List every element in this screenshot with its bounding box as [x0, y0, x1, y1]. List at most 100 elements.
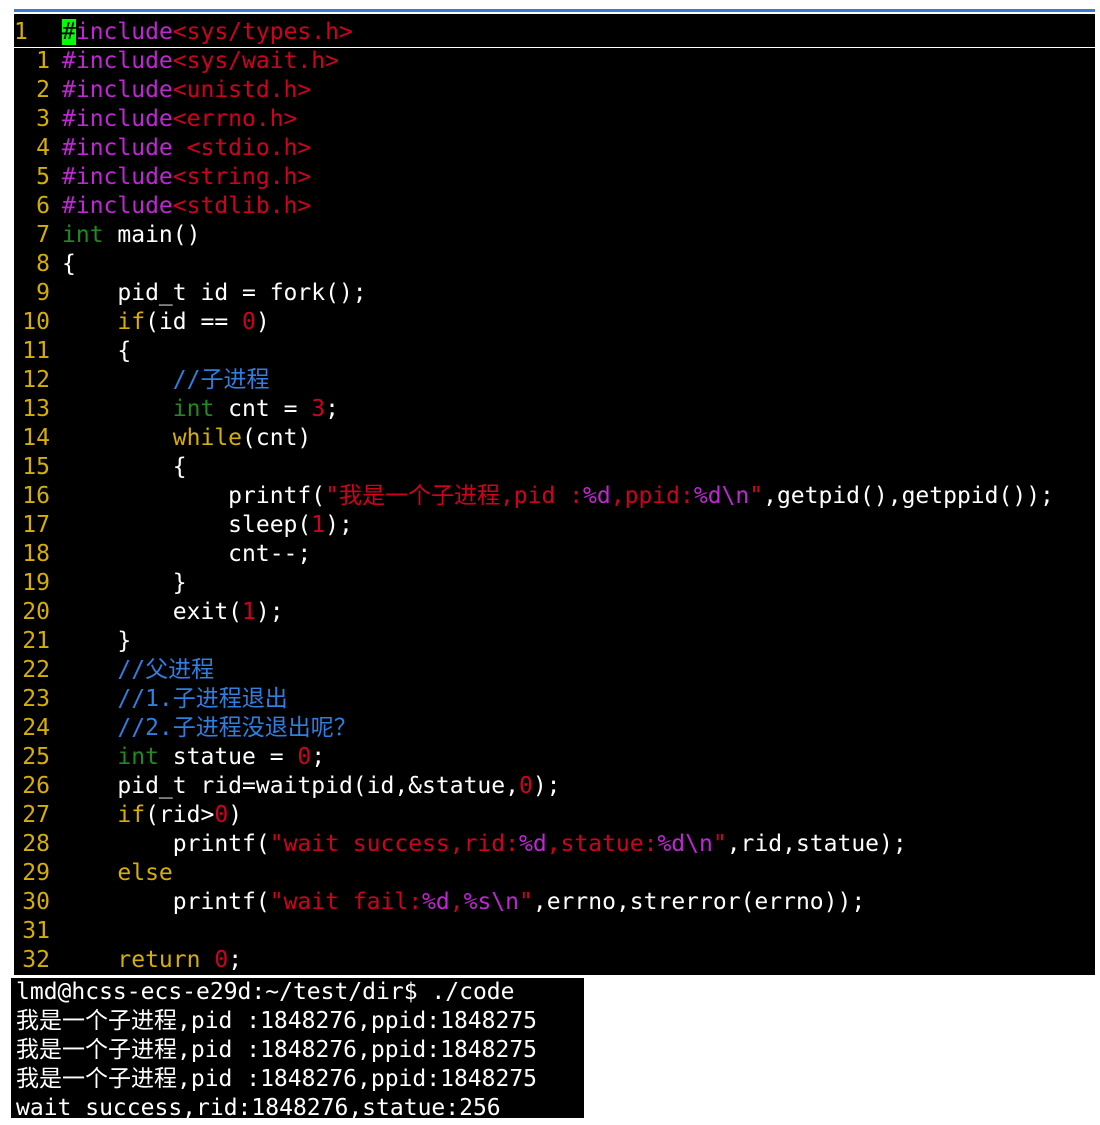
- code-token: (cnt): [242, 425, 312, 451]
- line-number: 21: [22, 628, 50, 654]
- terminal-output-line: 我是一个子进程,pid :1848276,ppid:1848275: [16, 1008, 538, 1034]
- code-token: <unistd.h>: [172, 77, 312, 103]
- line-number: 5: [36, 164, 50, 190]
- terminal-output-line: 我是一个子进程,pid :1848276,ppid:1848275: [16, 1066, 538, 1092]
- code-token: if: [117, 802, 146, 828]
- code-line[interactable]: 5 #include<string.h>: [14, 163, 1095, 192]
- code-token: %d\n: [657, 831, 713, 857]
- code-token: );: [532, 773, 561, 799]
- code-line[interactable]: 20 exit(1);: [14, 598, 1095, 627]
- code-line[interactable]: 22 //父进程: [14, 656, 1095, 685]
- code-line[interactable]: 23 //1.子进程退出: [14, 685, 1095, 714]
- line-number: 4: [36, 135, 50, 161]
- code-token: %d: [583, 483, 611, 509]
- code-line[interactable]: 25 int statue = 0;: [14, 743, 1095, 772]
- terminal-output-line: 我是一个子进程,pid :1848276,ppid:1848275: [16, 1037, 538, 1063]
- code-line[interactable]: 11 {: [14, 337, 1095, 366]
- code-line[interactable]: 26 pid_t rid=waitpid(id,&statue,0);: [14, 772, 1095, 801]
- code-line[interactable]: 30 printf("wait fail:%d,%s\n",errno,stre…: [14, 888, 1095, 917]
- line-number: 30: [22, 889, 50, 915]
- code-line[interactable]: 15 {: [14, 453, 1095, 482]
- code-line[interactable]: 7 int main(): [14, 221, 1095, 250]
- code-token: printf(: [62, 889, 270, 915]
- line-number: 7: [36, 222, 50, 248]
- code-line-cursor[interactable]: 1 #include<sys/types.h>: [14, 18, 1095, 48]
- code-token: ": [519, 889, 533, 915]
- line-number: 23: [22, 686, 50, 712]
- code-token: //父进程: [117, 657, 215, 683]
- code-line[interactable]: 12 //子进程: [14, 366, 1095, 395]
- line-number: 15: [22, 454, 50, 480]
- code-line[interactable]: 31: [14, 917, 1095, 946]
- code-token: %d: [518, 831, 547, 857]
- code-token: ): [255, 309, 270, 335]
- code-token: include: [75, 19, 173, 45]
- code-line[interactable]: 3 #include<errno.h>: [14, 105, 1095, 134]
- line-number: 25: [22, 744, 50, 770]
- code-token: #include: [62, 193, 173, 219]
- code-line[interactable]: 21 }: [14, 627, 1095, 656]
- code-token: {: [62, 338, 132, 364]
- code-token: #include: [62, 106, 173, 132]
- code-token: cnt =: [214, 396, 312, 422]
- code-token: 1: [311, 512, 326, 538]
- code-line[interactable]: 16 printf("我是一个子进程,pid :%d,ppid:%d\n",ge…: [14, 482, 1095, 511]
- code-token: }: [62, 628, 132, 654]
- code-line[interactable]: 14 while(cnt): [14, 424, 1095, 453]
- code-token: main(): [103, 222, 201, 248]
- code-line[interactable]: 28 printf("wait success,rid:%d,statue:%d…: [14, 830, 1095, 859]
- code-token: 1: [242, 599, 256, 625]
- line-number: 32: [22, 947, 50, 973]
- code-token: (id ==: [145, 309, 243, 335]
- code-token: 0: [518, 773, 533, 799]
- code-token: {: [62, 251, 76, 277]
- code-token: printf(: [62, 483, 326, 509]
- code-token: #include: [62, 77, 173, 103]
- code-line[interactable]: 32 return 0;: [14, 946, 1095, 975]
- terminal-output[interactable]: lmd@hcss-ecs-e29d:~/test/dir$ ./code 我是一个…: [11, 978, 584, 1118]
- code-token: <errno.h>: [172, 106, 298, 132]
- line-number: 20: [22, 599, 50, 625]
- code-token: "wait fail:: [269, 889, 423, 915]
- code-token: 0: [214, 947, 229, 973]
- line-number: 17: [22, 512, 50, 538]
- code-line[interactable]: 17 sleep(1);: [14, 511, 1095, 540]
- code-token: pid_t id = fork();: [62, 280, 367, 306]
- code-line[interactable]: 9 pid_t id = fork();: [14, 279, 1095, 308]
- code-editor[interactable]: 1 #include<sys/types.h> 1 #include<sys/wait…: [14, 14, 1095, 975]
- code-token: ,getpid(),getppid());: [763, 483, 1054, 509]
- code-token: (rid>: [145, 802, 215, 828]
- code-line[interactable]: 4 #include <stdio.h>: [14, 134, 1095, 163]
- code-token: ;: [311, 744, 326, 770]
- code-line[interactable]: 10 if(id == 0): [14, 308, 1095, 337]
- line-number: 6: [36, 193, 50, 219]
- code-token: );: [255, 599, 284, 625]
- code-line[interactable]: 2 #include<unistd.h>: [14, 76, 1095, 105]
- code-token: ,: [449, 889, 464, 915]
- code-token: ;: [325, 396, 339, 422]
- code-line[interactable]: 27 if(rid>0): [14, 801, 1095, 830]
- line-number: 28: [22, 831, 50, 857]
- code-line[interactable]: 19 }: [14, 569, 1095, 598]
- code-line[interactable]: 1 #include<sys/wait.h>: [14, 47, 1095, 76]
- code-line[interactable]: 13 int cnt = 3;: [14, 395, 1095, 424]
- code-line[interactable]: 6 #include<stdlib.h>: [14, 192, 1095, 221]
- code-line[interactable]: 24 //2.子进程没退出呢？: [14, 714, 1095, 743]
- code-token: #include: [62, 164, 173, 190]
- code-token: "我是一个子进程,pid :: [325, 483, 584, 509]
- code-token: %s\n: [463, 889, 519, 915]
- code-token: <sys/wait.h>: [172, 48, 339, 74]
- code-line[interactable]: 8{: [14, 250, 1095, 279]
- code-token: 0: [242, 309, 256, 335]
- code-token: int: [117, 744, 159, 770]
- code-token: %d\n: [693, 483, 750, 509]
- code-line[interactable]: 29 else: [14, 859, 1095, 888]
- code-line[interactable]: 18 cnt--;: [14, 540, 1095, 569]
- line-number: 31: [22, 918, 50, 944]
